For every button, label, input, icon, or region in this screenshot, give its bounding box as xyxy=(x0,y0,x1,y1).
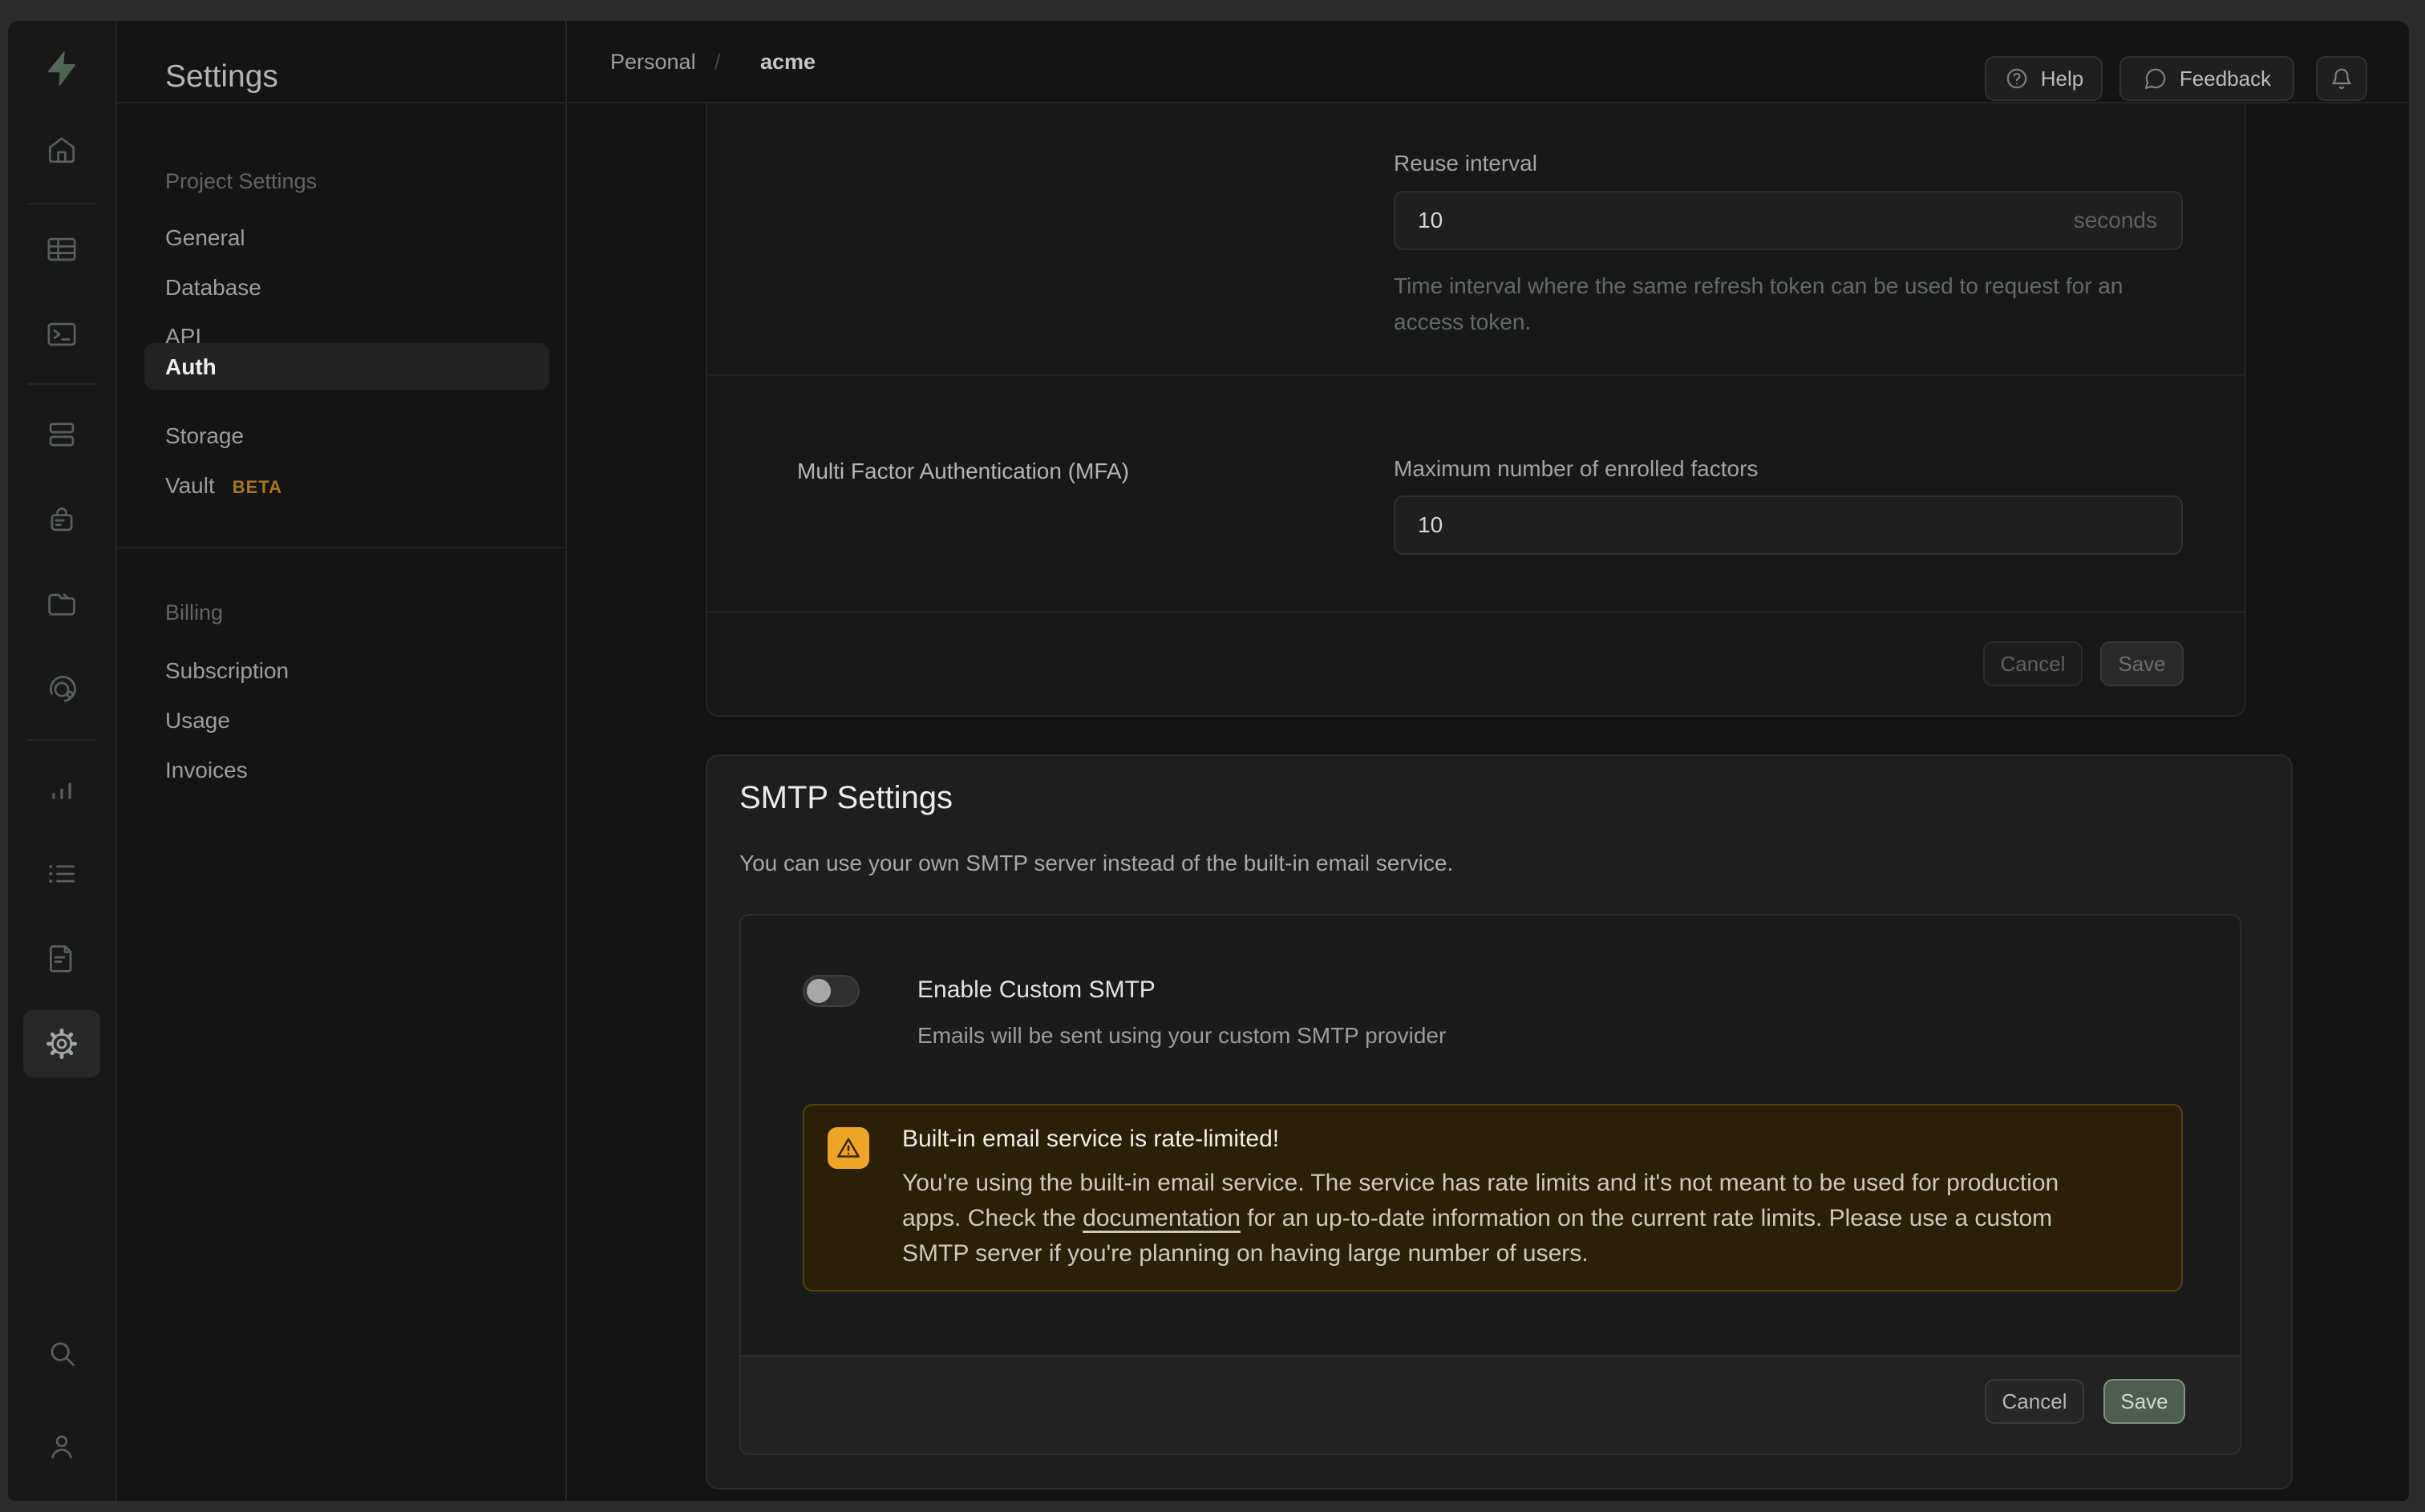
storage-icon[interactable] xyxy=(23,571,100,638)
warning-body: You're using the built-in email service.… xyxy=(902,1166,2059,1271)
edge-functions-icon[interactable] xyxy=(23,656,100,723)
mfa-max-factors-field xyxy=(1394,495,2183,555)
section-header-project-settings: Project Settings xyxy=(165,169,317,194)
breadcrumb-project[interactable]: acme xyxy=(760,50,816,75)
auth-save-button[interactable]: Save xyxy=(2100,641,2184,686)
mfa-section-label: Multi Factor Authentication (MFA) xyxy=(797,459,1129,484)
reuse-interval-label: Reuse interval xyxy=(1394,151,1537,176)
enable-smtp-label: Enable Custom SMTP xyxy=(917,976,1156,1004)
mfa-max-factors-label: Maximum number of enrolled factors xyxy=(1394,456,1758,482)
beta-badge: BETA xyxy=(233,477,282,497)
search-icon[interactable] xyxy=(23,1320,100,1387)
sidebar-title-row: Settings xyxy=(117,21,565,103)
reports-icon[interactable] xyxy=(23,755,100,823)
home-icon[interactable] xyxy=(23,116,100,184)
rail-divider xyxy=(27,739,96,741)
sidebar-item-database[interactable]: Database xyxy=(165,275,261,301)
logs-icon[interactable] xyxy=(23,840,100,908)
database-icon[interactable] xyxy=(23,401,100,468)
topbar: Personal / acme Help Feedback xyxy=(569,21,2409,103)
notifications-button[interactable] xyxy=(2316,56,2367,101)
auth-cancel-button[interactable]: Cancel xyxy=(1983,641,2083,686)
reuse-interval-unit: seconds xyxy=(2074,208,2181,233)
table-editor-icon[interactable] xyxy=(23,216,100,283)
panel-divider xyxy=(707,374,2245,376)
auth-icon[interactable] xyxy=(23,486,100,553)
rate-limit-warning: Built-in email service is rate-limited! … xyxy=(803,1104,2183,1292)
help-circle-icon xyxy=(2004,66,2030,91)
warning-triangle-icon xyxy=(828,1127,869,1169)
toggle-knob xyxy=(807,979,831,1003)
smtp-save-button[interactable]: Save xyxy=(2103,1379,2185,1424)
rail-divider xyxy=(27,383,96,385)
app-window: Settings Project Settings General Databa… xyxy=(8,21,2409,1501)
sidebar-item-usage[interactable]: Usage xyxy=(165,708,230,734)
smtp-title: SMTP Settings xyxy=(739,780,953,816)
sql-editor-icon[interactable] xyxy=(23,301,100,368)
reuse-interval-description: Time interval where the same refresh tok… xyxy=(1394,268,2196,340)
vault-label: Vault xyxy=(165,473,215,498)
nav-rail xyxy=(8,21,117,1501)
page-title: Settings xyxy=(165,59,278,95)
warning-title: Built-in email service is rate-limited! xyxy=(902,1126,1279,1153)
smtp-card: Enable Custom SMTP Emails will be sent u… xyxy=(739,914,2241,1455)
sidebar-item-general[interactable]: General xyxy=(165,225,245,251)
breadcrumb-separator: / xyxy=(715,50,721,75)
documentation-link[interactable]: documentation xyxy=(1083,1205,1241,1231)
project-settings-icon[interactable] xyxy=(23,1010,100,1077)
rail-divider xyxy=(27,203,96,204)
feedback-button[interactable]: Feedback xyxy=(2119,56,2294,101)
auth-settings-panel: Reuse interval seconds Time interval whe… xyxy=(706,103,2246,717)
supabase-logo-icon[interactable] xyxy=(23,34,100,102)
feedback-button-label: Feedback xyxy=(2180,67,2271,91)
smtp-description: You can use your own SMTP server instead… xyxy=(739,851,1453,876)
main-area: Personal / acme Help Feedback xyxy=(569,21,2409,1501)
sidebar-item-vault[interactable]: Vault BETA xyxy=(165,473,282,499)
bell-icon xyxy=(2329,66,2354,91)
mfa-max-factors-input[interactable] xyxy=(1395,497,2181,553)
reuse-interval-input[interactable] xyxy=(1395,192,2074,249)
section-header-billing: Billing xyxy=(165,600,223,625)
help-button[interactable]: Help xyxy=(1985,56,2103,101)
sidebar-item-invoices[interactable]: Invoices xyxy=(165,758,248,783)
account-icon[interactable] xyxy=(23,1413,100,1480)
enable-smtp-description: Emails will be sent using your custom SM… xyxy=(917,1023,1446,1049)
chat-bubble-icon xyxy=(2143,66,2168,91)
sidebar-divider xyxy=(117,547,565,548)
api-docs-icon[interactable] xyxy=(23,925,100,993)
sidebar-item-storage[interactable]: Storage xyxy=(165,423,244,449)
reuse-interval-field: seconds xyxy=(1394,191,2183,250)
help-button-label: Help xyxy=(2041,67,2083,91)
smtp-card-footer: Cancel Save xyxy=(741,1355,2240,1453)
sidebar-item-subscription[interactable]: Subscription xyxy=(165,658,289,684)
panel-divider xyxy=(707,611,2245,612)
warning-line3: SMTP server if you're planning on having… xyxy=(902,1240,1589,1267)
warning-line2-pre: apps. Check the xyxy=(902,1205,1083,1231)
smtp-cancel-button[interactable]: Cancel xyxy=(1985,1379,2084,1424)
enable-smtp-toggle[interactable] xyxy=(803,975,860,1007)
sidebar-item-auth[interactable]: Auth xyxy=(165,354,217,380)
warning-line1: You're using the built-in email service.… xyxy=(902,1170,2059,1196)
breadcrumb-org[interactable]: Personal xyxy=(610,50,696,75)
smtp-settings-panel: SMTP Settings You can use your own SMTP … xyxy=(706,754,2293,1490)
warning-line2-post: for an up-to-date information on the cur… xyxy=(1241,1205,2052,1231)
settings-sidebar: Settings Project Settings General Databa… xyxy=(117,21,567,1501)
